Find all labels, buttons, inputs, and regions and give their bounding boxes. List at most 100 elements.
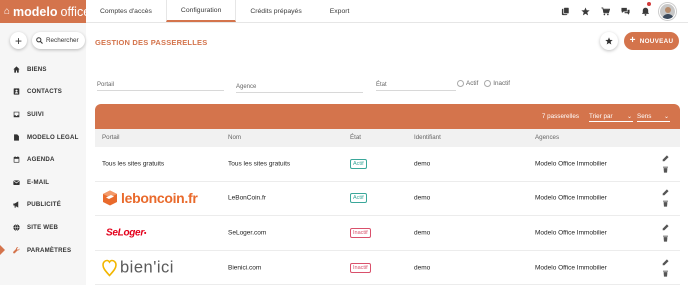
tab-export[interactable]: Export	[316, 0, 364, 22]
agence-filter-label: Agence	[236, 84, 257, 90]
leboncoin-logo: leboncoin.fr	[102, 190, 198, 206]
row-identifiant: demo	[414, 194, 431, 202]
tab-label: Comptes d'accès	[100, 7, 152, 15]
sidebar-item-suivi[interactable]: SUIVI	[0, 103, 86, 126]
star-icon[interactable]	[575, 2, 595, 22]
trash-icon[interactable]	[662, 200, 669, 207]
row-actions	[662, 224, 669, 242]
sidebar-item-publicite[interactable]: PUBLICITÉ	[0, 194, 86, 217]
edit-icon[interactable]	[662, 189, 669, 196]
leboncoin-logo-text: leboncoin.fr	[121, 190, 198, 207]
main-content: GESTION DES PASSERELLES + NOUVEAU Portai…	[86, 23, 688, 285]
page-title: GESTION DES PASSERELLES	[95, 38, 208, 47]
seloger-logo-text: SeLoger	[106, 227, 144, 239]
mail-icon	[13, 180, 20, 185]
filters: Portail Agence État Actif Inactif	[86, 80, 688, 94]
col-header-agences[interactable]: Agences	[535, 134, 559, 141]
edit-icon[interactable]	[662, 155, 669, 162]
edit-icon[interactable]	[662, 224, 669, 231]
edit-icon[interactable]	[662, 259, 669, 266]
bell-icon[interactable]	[635, 1, 655, 22]
sidebar-item-contacts[interactable]: CONTACTS	[0, 81, 86, 104]
plus-icon: +	[629, 35, 636, 46]
radio-inactif[interactable]: Inactif	[484, 80, 510, 87]
sidebar-item-label: MODELO LEGAL	[27, 133, 79, 141]
logo-text-bold: modelo	[13, 4, 58, 19]
radio-circle	[484, 80, 492, 87]
tab-label: Crédits prépayés	[250, 7, 302, 15]
trash-icon[interactable]	[662, 270, 669, 277]
sidebar-item-biens[interactable]: BIENS	[0, 58, 86, 81]
row-etat: Actif	[350, 158, 367, 169]
radio-actif[interactable]: Actif	[457, 80, 478, 87]
row-identifiant: demo	[414, 264, 431, 272]
sidebar-item-label: PUBLICITÉ	[27, 201, 61, 209]
col-header-portail[interactable]: Portail	[102, 134, 120, 141]
documents-icon[interactable]	[555, 2, 575, 22]
add-button[interactable]: +	[10, 32, 27, 49]
house-logo-icon: ⌂	[4, 6, 11, 17]
row-etat: Actif	[350, 193, 367, 204]
radio-circle	[457, 80, 464, 87]
col-header-identifiant[interactable]: Identifiant	[414, 134, 441, 141]
row-actions	[662, 155, 669, 173]
etat-radios: Actif Inactif	[457, 80, 510, 87]
sidebar-item-email[interactable]: E-MAIL	[0, 171, 86, 194]
portail-filter[interactable]: Portail	[97, 80, 224, 91]
table-row[interactable]: bien'ici Bienici.com Inactif demo Modelo…	[95, 251, 680, 285]
passerelles-count: 7 passerelles	[541, 113, 579, 120]
cart-icon[interactable]	[595, 2, 615, 22]
tab-label: Export	[329, 7, 350, 15]
wrench-icon	[13, 246, 20, 253]
row-nom: Bienici.com	[228, 264, 262, 272]
sidebar-item-label: SITE WEB	[27, 223, 59, 231]
col-header-nom[interactable]: Nom	[228, 134, 241, 141]
etat-filter[interactable]: État	[376, 80, 456, 91]
agence-filter[interactable]: Agence	[236, 82, 363, 93]
new-button[interactable]: + NOUVEAU	[624, 32, 679, 50]
sidebar-item-label: SUIVI	[27, 110, 44, 118]
order-select[interactable]: Sens ⌄	[637, 111, 670, 122]
row-agence: Modelo Office Immobilier	[535, 264, 607, 272]
trash-icon[interactable]	[662, 235, 669, 242]
col-header-etat[interactable]: État	[350, 134, 361, 141]
sidebar-item-label: CONTACTS	[27, 88, 62, 96]
etat-filter-label: État	[376, 82, 387, 88]
table-row[interactable]: Tous les sites gratuits Tous les sites g…	[95, 147, 680, 182]
search-button[interactable]: Rechercher	[32, 32, 85, 49]
sort-select-label: Trier par	[589, 112, 613, 120]
tab-configuration[interactable]: Configuration	[165, 0, 237, 22]
table-row[interactable]: leboncoin.fr LeBonCoin.fr Actif demo Mod…	[95, 182, 680, 217]
tab-comptes-acces[interactable]: Comptes d'accès	[86, 0, 166, 22]
row-nom: Tous les sites gratuits	[228, 160, 291, 168]
sidebar-item-parametres[interactable]: PARAMÈTRES	[0, 239, 86, 262]
status-badge: Actif	[350, 158, 367, 169]
app-logo[interactable]: ⌂ modelo office	[0, 0, 90, 23]
megaphone-icon	[13, 201, 19, 209]
sort-select[interactable]: Trier par ⌄	[589, 111, 633, 122]
chevron-down-icon: ⌄	[663, 113, 669, 120]
sidebar-item-agenda[interactable]: AGENDA	[0, 148, 86, 171]
status-badge: Actif	[350, 193, 367, 204]
row-agence: Modelo Office Immobilier	[535, 194, 607, 202]
contact-icon	[13, 88, 20, 96]
tray-icon	[13, 111, 20, 118]
sidebar-item-modelo-legal[interactable]: MODELO LEGAL	[0, 126, 86, 149]
tab-credits-prepayes[interactable]: Crédits prépayés	[236, 0, 315, 22]
bienici-logo-text: bien'ici	[120, 258, 174, 277]
chat-icon[interactable]	[615, 2, 635, 22]
row-identifiant: demo	[414, 160, 431, 168]
sidebar-item-site-web[interactable]: SITE WEB	[0, 216, 86, 239]
avatar[interactable]	[659, 3, 676, 20]
star-icon	[605, 37, 613, 45]
top-icons	[555, 0, 688, 23]
table-row[interactable]: SeLoger• SeLoger.com Inactif demo Modelo…	[95, 216, 680, 251]
radio-label: Actif	[466, 80, 479, 87]
sidebar-item-label: E-MAIL	[27, 178, 50, 186]
trash-icon[interactable]	[662, 166, 669, 173]
row-agence: Modelo Office Immobilier	[535, 229, 607, 237]
tab-label: Configuration	[180, 6, 222, 14]
order-select-label: Sens	[637, 112, 652, 120]
search-icon	[36, 37, 43, 44]
favorite-button[interactable]	[600, 32, 618, 50]
